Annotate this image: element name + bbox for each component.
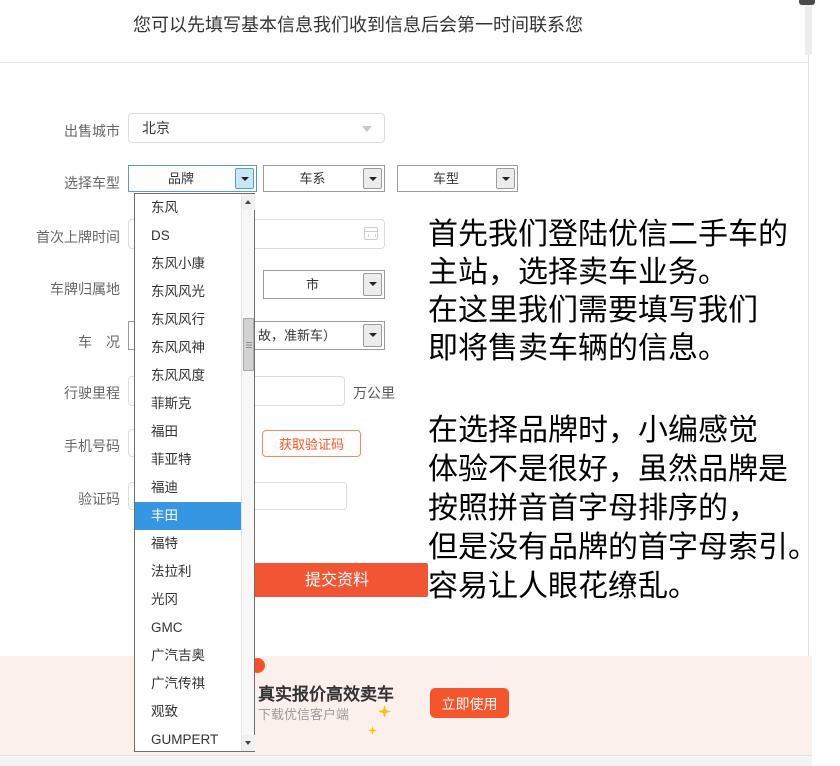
annotation-line: 体验不是很好，虽然品牌是 (428, 450, 818, 489)
brand-dropdown-list: 东风DS东风小康东风风光东风风行东风风神东风风度菲斯克福田菲亚特福迪丰田福特法拉… (134, 193, 255, 752)
annotation-paragraph-2: 在选择品牌时，小编感觉 体验不是很好，虽然品牌是 按照拼音首字母排序的， 但是没… (428, 411, 818, 606)
brand-option[interactable]: 东风风行 (135, 306, 241, 334)
brand-option[interactable]: 东风 (135, 194, 241, 222)
brand-dropdown-items: 东风DS东风小康东风风光东风风行东风风神东风风度菲斯克福田菲亚特福迪丰田福特法拉… (135, 194, 241, 751)
condition-select-arrow-button[interactable] (363, 324, 382, 347)
brand-select-value: 品牌 (129, 166, 233, 191)
brand-option[interactable]: GMC (135, 614, 241, 642)
plate-label: 车牌归属地 (20, 279, 120, 299)
condition-label: 车 况 (20, 332, 120, 352)
plate-city-select-arrow-button[interactable] (363, 273, 382, 296)
brand-select-arrow-button[interactable] (235, 168, 254, 189)
annotation-line: 按照拼音首字母排序的， (428, 489, 818, 528)
brand-option[interactable]: 法拉利 (135, 558, 241, 586)
brand-option[interactable]: 广汽传祺 (135, 670, 241, 698)
brand-option[interactable]: 东风风神 (135, 334, 241, 362)
series-select-value: 车系 (264, 166, 361, 191)
plate-city-select-value: 市 (264, 271, 361, 298)
caret-down-icon (502, 177, 510, 181)
brand-option[interactable]: 东风风光 (135, 278, 241, 306)
calendar-icon[interactable] (364, 227, 378, 240)
arrow-down-icon (245, 741, 251, 745)
arrow-up-icon (245, 200, 251, 204)
submit-button[interactable]: 提交资料 (246, 563, 428, 597)
notice-text: 您可以先填写基本信息我们收到信息后会第一时间联系您 (133, 11, 583, 37)
phone-label: 手机号码 (20, 436, 120, 456)
page: 您可以先填写基本信息我们收到信息后会第一时间联系您 出售城市 北京 选择车型 品… (0, 0, 840, 766)
captcha-label: 验证码 (20, 489, 120, 509)
type-select[interactable]: 车型 (397, 165, 518, 192)
first-reg-label: 首次上牌时间 (20, 227, 120, 247)
get-code-button[interactable]: 获取验证码 (262, 430, 361, 457)
page-scrollbar-remnant (805, 0, 812, 55)
brand-option[interactable]: 光冈 (135, 586, 241, 614)
page-edge-artifact (799, 0, 815, 5)
use-now-button[interactable]: 立即使用 (430, 688, 509, 718)
brand-option[interactable]: GUMPERT (135, 726, 241, 751)
series-select[interactable]: 车系 (263, 165, 385, 192)
city-select[interactable]: 北京 (128, 113, 385, 143)
caret-down-icon (369, 177, 377, 181)
brand-option[interactable]: 菲斯克 (135, 390, 241, 418)
annotation-paragraph-1: 首先我们登陆优信二手车的 主站，选择卖车业务。 在这里我们需要填写我们 即将售卖… (428, 216, 788, 368)
brand-select[interactable]: 品牌 (128, 165, 257, 192)
banner-title: 真实报价高效卖车 (258, 680, 394, 705)
annotation-line: 在这里我们需要填写我们 (428, 292, 788, 330)
condition-select-value: 故，准新车） (258, 322, 336, 349)
mileage-unit: 万公里 (353, 383, 395, 403)
annotation-line: 在选择品牌时，小编感觉 (428, 411, 818, 450)
city-label: 出售城市 (20, 121, 120, 141)
annotation-line: 但是没有品牌的首字母索引。 (428, 528, 818, 567)
caret-down-icon (369, 282, 377, 286)
scroll-down-button[interactable] (242, 735, 255, 751)
divider (0, 62, 809, 63)
model-label: 选择车型 (20, 173, 120, 193)
caret-down-icon (369, 333, 377, 337)
brand-option[interactable]: 广汽吉奥 (135, 642, 241, 670)
annotation-line: 容易让人眼花缭乱。 (428, 567, 818, 606)
brand-option[interactable]: 观致 (135, 698, 241, 726)
download-banner (0, 656, 812, 755)
brand-option[interactable]: 东风风度 (135, 362, 241, 390)
annotation-line: 首先我们登陆优信二手车的 (428, 216, 788, 254)
banner-subtitle: 下载优信客户端 (258, 704, 349, 723)
type-select-value: 车型 (398, 166, 494, 191)
city-select-value: 北京 (142, 114, 170, 142)
scroll-up-button[interactable] (242, 194, 255, 210)
brand-option[interactable]: 福迪 (135, 474, 241, 502)
chevron-down-icon[interactable] (362, 126, 372, 132)
annotation-line: 主站，选择卖车业务。 (428, 254, 788, 292)
caret-down-icon (241, 177, 249, 181)
footer-strip (0, 755, 812, 766)
brand-option[interactable]: 福田 (135, 418, 241, 446)
mileage-label: 行驶里程 (20, 383, 120, 403)
brand-option[interactable]: 东风小康 (135, 250, 241, 278)
brand-option[interactable]: DS (135, 222, 241, 250)
brand-option[interactable]: 福特 (135, 530, 241, 558)
type-select-arrow-button[interactable] (496, 168, 515, 189)
annotation-line: 即将售卖车辆的信息。 (428, 330, 788, 368)
dropdown-scrollbar[interactable] (241, 194, 254, 751)
brand-option[interactable]: 菲亚特 (135, 446, 241, 474)
scrollbar-thumb[interactable] (243, 318, 254, 371)
series-select-arrow-button[interactable] (363, 168, 382, 189)
plate-city-select[interactable]: 市 (263, 270, 385, 299)
brand-option[interactable]: 丰田 (135, 502, 241, 530)
thumb-grip-icon (246, 342, 252, 348)
